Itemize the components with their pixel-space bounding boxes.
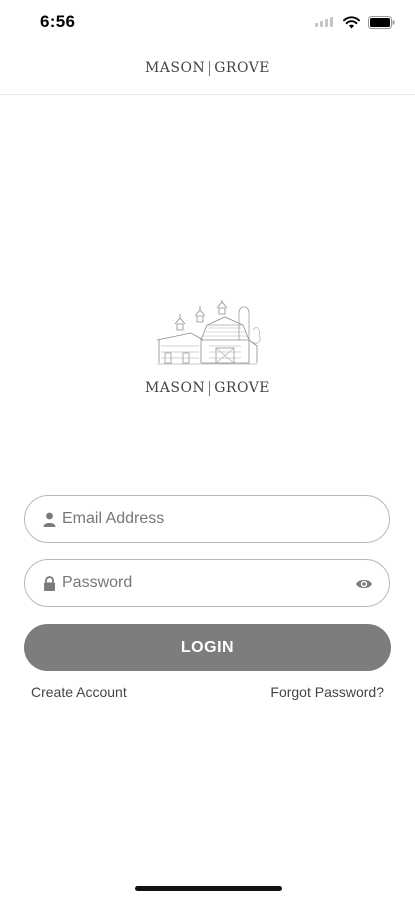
email-input[interactable] bbox=[62, 507, 389, 531]
barn-logo bbox=[156, 300, 261, 365]
signal-icon bbox=[315, 17, 333, 27]
password-input[interactable] bbox=[62, 571, 389, 595]
lock-icon bbox=[42, 575, 56, 591]
header-brand-right: GROVE bbox=[214, 60, 271, 76]
create-account-link[interactable]: Create Account bbox=[31, 684, 127, 700]
logo-brand-divider bbox=[209, 380, 211, 396]
status-icons bbox=[315, 13, 395, 31]
logo-brand-right: GROVE bbox=[214, 380, 271, 396]
header-brand-left: MASON bbox=[144, 60, 206, 76]
home-indicator[interactable] bbox=[135, 886, 282, 891]
header-brand: MASON GROVE bbox=[0, 60, 415, 76]
logo-brand: MASON GROVE bbox=[0, 380, 415, 396]
status-time: 6:56 bbox=[40, 12, 76, 31]
logo-brand-left: MASON bbox=[144, 380, 206, 396]
forgot-password-link[interactable]: Forgot Password? bbox=[270, 684, 384, 700]
wifi-icon bbox=[343, 15, 360, 28]
brand-divider bbox=[209, 60, 211, 76]
nav-header: MASON GROVE bbox=[0, 44, 415, 95]
password-field[interactable] bbox=[24, 559, 390, 607]
logo-area: MASON GROVE bbox=[0, 300, 415, 396]
status-bar: 6:56 bbox=[0, 0, 415, 44]
battery-icon bbox=[368, 15, 395, 29]
login-button[interactable]: LOGIN bbox=[24, 624, 391, 671]
eye-icon[interactable] bbox=[355, 575, 373, 593]
user-icon bbox=[42, 511, 56, 527]
email-field[interactable] bbox=[24, 495, 390, 543]
